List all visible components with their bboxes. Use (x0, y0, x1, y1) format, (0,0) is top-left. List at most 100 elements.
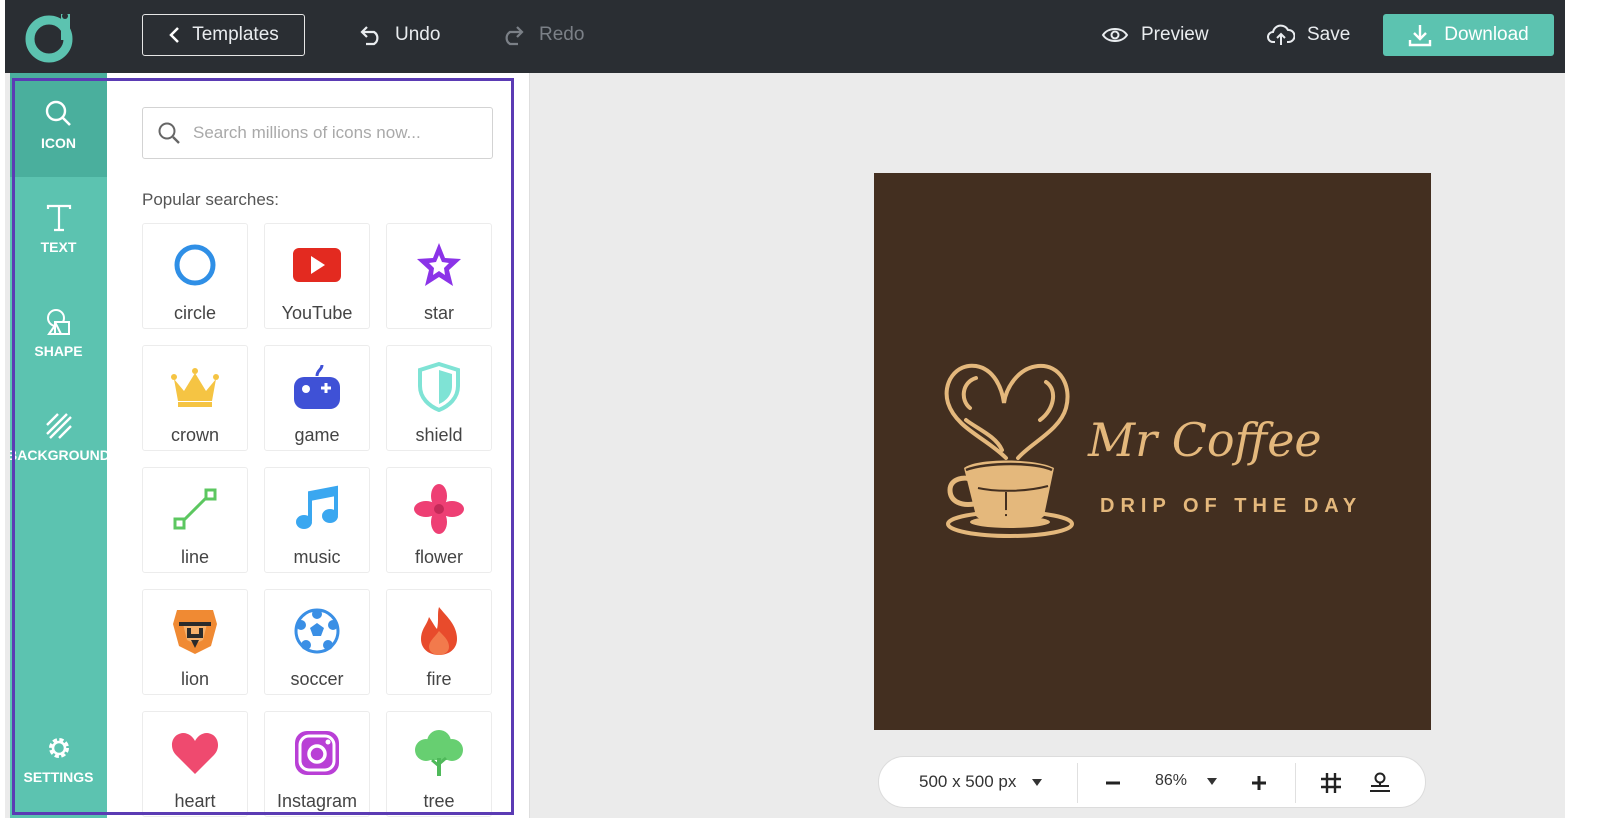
icon-tile-music[interactable]: music (264, 467, 370, 573)
canvas-size-select[interactable]: 500 x 500 px (919, 772, 1043, 792)
icon-tile-label: circle (173, 303, 216, 323)
icon-tile-game[interactable]: game (264, 345, 370, 451)
icon-tile-label: line (180, 547, 210, 567)
sidebar-item-text[interactable]: TEXT (10, 177, 107, 281)
brand-tagline-text[interactable]: DRIP OF THE DAY (1100, 495, 1362, 518)
text-icon (46, 204, 71, 232)
icon-tile-label: flower (414, 547, 463, 567)
icon-tile-label: fire (426, 669, 452, 689)
cloud-upload-icon (1267, 24, 1295, 45)
music-icon (296, 485, 338, 529)
save-label: Save (1307, 24, 1351, 45)
coffee-cup-heart-icon[interactable] (936, 358, 1076, 543)
lion-icon (173, 610, 217, 654)
flower-icon (414, 484, 464, 534)
plus-icon (1252, 776, 1266, 790)
templates-button[interactable]: Templates (142, 14, 305, 56)
sidebar-item-label: ICON (41, 135, 76, 151)
icon-tile-tree[interactable]: tree (386, 711, 492, 817)
download-label: Download (1444, 24, 1529, 45)
caret-down-icon (1207, 777, 1218, 785)
sidebar-item-settings[interactable]: SETTINGS (10, 707, 107, 811)
icon-tile-fire[interactable]: fire (386, 589, 492, 695)
stamp-icon (1370, 772, 1390, 792)
undo-button[interactable]: Undo (357, 20, 440, 50)
soccer-ball-icon (294, 608, 340, 654)
icon-tile-flower[interactable]: flower (386, 467, 492, 573)
icon-tile-soccer[interactable]: soccer (264, 589, 370, 695)
icon-tile-label: music (293, 547, 341, 567)
tree-icon (415, 730, 463, 776)
preview-button[interactable]: Preview (1101, 20, 1209, 50)
icon-tile-line[interactable]: line (142, 467, 248, 573)
download-button[interactable]: Download (1383, 14, 1554, 56)
sidebar-item-shape[interactable]: SHAPE (10, 281, 107, 385)
icon-tile-crown[interactable]: crown (142, 345, 248, 451)
popular-searches-heading: Popular searches: (142, 190, 280, 209)
undo-label: Undo (395, 24, 441, 45)
sidebar-item-label: SHAPE (34, 343, 83, 359)
icon-tile-label: tree (423, 791, 455, 811)
shape-icon (46, 309, 70, 335)
save-button[interactable]: Save (1267, 20, 1350, 50)
design-canvas[interactable]: Mr Coffee DRIP OF THE DAY (874, 173, 1431, 730)
icon-tile-label: YouTube (281, 303, 353, 323)
sidebar-item-background[interactable]: BACKGROUND (10, 385, 107, 489)
background-icon (45, 413, 72, 439)
icon-tile-label: game (294, 425, 340, 445)
toolbar-divider (1295, 763, 1296, 803)
sidebar-item-label: BACKGROUND (10, 447, 107, 463)
circle-icon (174, 244, 216, 286)
icon-tile-instagram[interactable]: Instagram (264, 711, 370, 817)
fire-icon (421, 607, 457, 655)
zoom-select[interactable]: 86% (1155, 772, 1218, 790)
sidebar-item-label: SETTINGS (23, 769, 94, 785)
grid-toggle-button[interactable] (1317, 769, 1345, 797)
download-icon (1409, 25, 1432, 47)
line-icon (173, 488, 217, 530)
icon-tile-lion[interactable]: lion (142, 589, 248, 695)
icon-tile-label: crown (170, 425, 219, 445)
redo-button[interactable]: Redo (501, 20, 584, 50)
brand-name-text[interactable]: Mr Coffee (1088, 413, 1322, 467)
icon-tile-youtube[interactable]: YouTube (264, 223, 370, 329)
preview-label: Preview (1141, 24, 1209, 45)
icon-tile-circle[interactable]: circle (142, 223, 248, 329)
crown-icon (171, 368, 219, 407)
icon-tile-label: Instagram (276, 791, 358, 811)
heart-icon (171, 733, 219, 774)
icon-search-box[interactable] (142, 107, 493, 159)
icon-tile-label: soccer (290, 669, 344, 689)
gamepad-icon (294, 364, 340, 409)
shield-icon (418, 362, 460, 412)
icon-tile-label: heart (174, 791, 216, 811)
zoom-out-button[interactable] (1099, 769, 1127, 797)
icon-tile-shield[interactable]: shield (386, 345, 492, 451)
minus-icon (1106, 781, 1120, 785)
search-input[interactable] (193, 123, 473, 143)
zoom-label: 86% (1155, 772, 1188, 789)
icon-tile-star[interactable]: star (386, 223, 492, 329)
instagram-icon (295, 731, 339, 775)
redo-icon (505, 26, 524, 46)
icon-tile-label: shield (415, 425, 463, 445)
icon-grid: circle YouTube star crown game shield li… (142, 223, 494, 817)
app-logo-icon (25, 13, 73, 63)
star-icon (417, 243, 461, 286)
icon-panel: Popular searches: circle YouTube star cr… (107, 73, 530, 818)
align-bottom-button[interactable] (1366, 769, 1394, 797)
zoom-in-button[interactable] (1245, 769, 1273, 797)
grid-icon (1321, 773, 1341, 793)
icon-tile-heart[interactable]: heart (142, 711, 248, 817)
canvas-size-label: 500 x 500 px (919, 772, 1017, 791)
search-icon (45, 100, 71, 126)
caret-down-icon (1032, 778, 1043, 786)
gear-icon (48, 738, 69, 758)
sidebar-rail: ICON TEXT SHAPE BACKGROUND SETTINGS (10, 73, 107, 818)
canvas-toolbar: 500 x 500 px 86% (878, 756, 1426, 808)
icon-tile-label: star (423, 303, 454, 323)
chevron-left-icon (169, 27, 180, 43)
sidebar-item-icon[interactable]: ICON (10, 73, 107, 177)
search-icon (158, 122, 180, 144)
toolbar-divider (1077, 763, 1078, 803)
